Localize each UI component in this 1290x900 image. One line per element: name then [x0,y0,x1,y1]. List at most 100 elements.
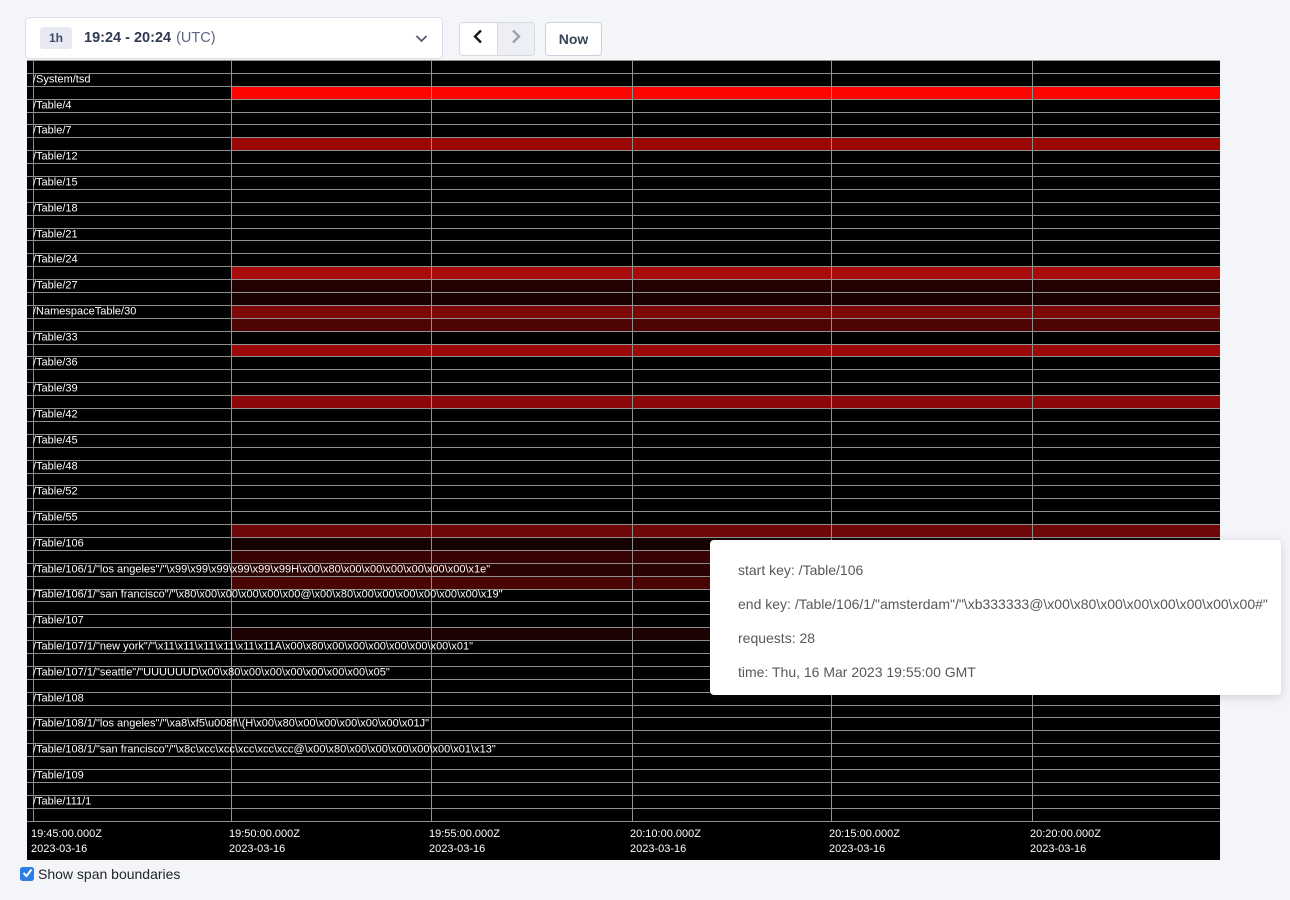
span-row-5[interactable]: /Table/7 [27,125,1220,138]
span-row-20[interactable] [27,319,1220,332]
span-key-label: /Table/106/1/"san francisco"/"\x80\x00\x… [33,590,503,601]
span-key-label: /Table/55 [33,513,78,524]
activity-stripe [231,293,1220,305]
span-key-label: /Table/18 [33,203,78,214]
span-key-label: /Table/7 [33,126,72,137]
time-range-text: 19:24 - 20:24 [84,30,171,46]
span-row-51[interactable]: /Table/108/1/"los angeles"/"\xa8\xf5\u00… [27,718,1220,731]
span-row-2[interactable] [27,87,1220,100]
activity-stripe [231,306,1220,318]
activity-stripe [231,319,1220,331]
span-key-label: /Table/48 [33,461,78,472]
span-row-10[interactable] [27,190,1220,203]
span-key-label: /Table/52 [33,487,78,498]
span-row-18[interactable] [27,293,1220,306]
span-key-label: /System/tsd [33,74,90,85]
span-row-15[interactable]: /Table/24 [27,254,1220,267]
span-row-11[interactable]: /Table/18 [27,203,1220,216]
span-row-55[interactable]: /Table/109 [27,770,1220,783]
span-key-label: /Table/106 [33,538,84,549]
span-key-label: /Table/111/1 [33,796,91,807]
span-rows: /System/tsd/Table/4/Table/7/Table/12/Tab… [27,60,1220,822]
span-row-52[interactable] [27,731,1220,744]
span-row-28[interactable] [27,422,1220,435]
span-key-label: /Table/4 [33,100,72,111]
span-row-35[interactable]: /Table/55 [27,512,1220,525]
span-key-label: /Table/108/1/"los angeles"/"\xa8\xf5\u00… [33,719,429,730]
span-row-31[interactable]: /Table/48 [27,461,1220,474]
span-row-1[interactable]: /System/tsd [27,74,1220,87]
time-nav-group [459,22,535,56]
axis-tick-label: 19:55:00.000Z2023-03-16 [429,827,500,857]
axis-tick-label: 19:50:00.000Z2023-03-16 [229,827,300,857]
now-button-label: Now [559,31,589,47]
time-gridline [1032,60,1033,822]
span-row-4[interactable] [27,113,1220,126]
key-visualizer-heatmap[interactable]: /System/tsd/Table/4/Table/7/Table/12/Tab… [27,60,1220,860]
timezone-label: (UTC) [176,30,215,46]
tooltip-start-key: start key: /Table/106 [738,553,1253,587]
span-row-17[interactable]: /Table/27 [27,280,1220,293]
axis-tick-label: 20:20:00.000Z2023-03-16 [1030,827,1101,857]
time-gridline [632,60,633,822]
span-row-32[interactable] [27,474,1220,487]
span-row-25[interactable]: /Table/39 [27,383,1220,396]
span-key-label: /Table/107/1/"seattle"/"UUUUUUD\x00\x80\… [33,667,390,678]
span-row-21[interactable]: /Table/33 [27,332,1220,345]
span-row-57[interactable]: /Table/111/1 [27,796,1220,809]
span-row-54[interactable] [27,757,1220,770]
span-row-16[interactable] [27,267,1220,280]
span-row-14[interactable] [27,241,1220,254]
span-row-8[interactable] [27,164,1220,177]
span-key-label: /Table/27 [33,281,78,292]
next-interval-button[interactable] [498,23,535,55]
activity-stripe [231,138,1220,150]
time-range-selector[interactable]: 1h 19:24 - 20:24 (UTC) [25,17,443,59]
span-key-label: /Table/106/1/"los angeles"/"\x99\x99\x99… [33,564,490,575]
span-row-6[interactable] [27,138,1220,151]
activity-stripe [231,280,1220,292]
activity-stripe [231,396,1220,408]
span-key-label: /Table/42 [33,409,78,420]
show-span-boundaries-control[interactable]: Show span boundaries [20,866,180,882]
chevron-left-icon [472,29,484,49]
tooltip-requests: requests: 28 [738,621,1253,655]
span-row-7[interactable]: /Table/12 [27,151,1220,164]
axis-tick-label: 20:15:00.000Z2023-03-16 [829,827,900,857]
span-row-36[interactable] [27,525,1220,538]
span-row-23[interactable]: /Table/36 [27,357,1220,370]
span-row-3[interactable]: /Table/4 [27,100,1220,113]
span-key-label: /Table/107/1/"new york"/"\x11\x11\x11\x1… [33,642,473,653]
span-row-30[interactable] [27,448,1220,461]
time-gridline [231,60,232,822]
span-row-22[interactable] [27,345,1220,358]
span-row-33[interactable]: /Table/52 [27,486,1220,499]
span-row-26[interactable] [27,396,1220,409]
axis-tick-label: 19:45:00.000Z2023-03-16 [31,827,102,857]
span-key-label: /Table/108 [33,693,84,704]
span-row-0[interactable] [27,61,1220,74]
axis-tick-label: 20:10:00.000Z2023-03-16 [630,827,701,857]
span-row-13[interactable]: /Table/21 [27,229,1220,242]
span-row-19[interactable]: /NamespaceTable/30 [27,306,1220,319]
span-row-53[interactable]: /Table/108/1/"san francisco"/"\x8c\xcc\x… [27,744,1220,757]
chevron-down-icon [415,34,428,43]
span-row-58[interactable] [27,809,1220,822]
now-button[interactable]: Now [545,22,602,56]
show-span-boundaries-checkbox[interactable] [20,867,34,881]
span-row-9[interactable]: /Table/15 [27,177,1220,190]
span-row-56[interactable] [27,783,1220,796]
span-row-34[interactable] [27,499,1220,512]
time-gridline [431,60,432,822]
span-row-50[interactable] [27,706,1220,719]
chevron-right-icon [510,29,522,49]
span-key-label: /Table/109 [33,770,84,781]
span-row-12[interactable] [27,216,1220,229]
span-row-29[interactable]: /Table/45 [27,435,1220,448]
activity-stripe [231,267,1220,279]
previous-interval-button[interactable] [460,23,498,55]
span-row-27[interactable]: /Table/42 [27,409,1220,422]
span-key-label: /Table/45 [33,435,78,446]
span-row-24[interactable] [27,370,1220,383]
tooltip-time: time: Thu, 16 Mar 2023 19:55:00 GMT [738,655,1253,689]
